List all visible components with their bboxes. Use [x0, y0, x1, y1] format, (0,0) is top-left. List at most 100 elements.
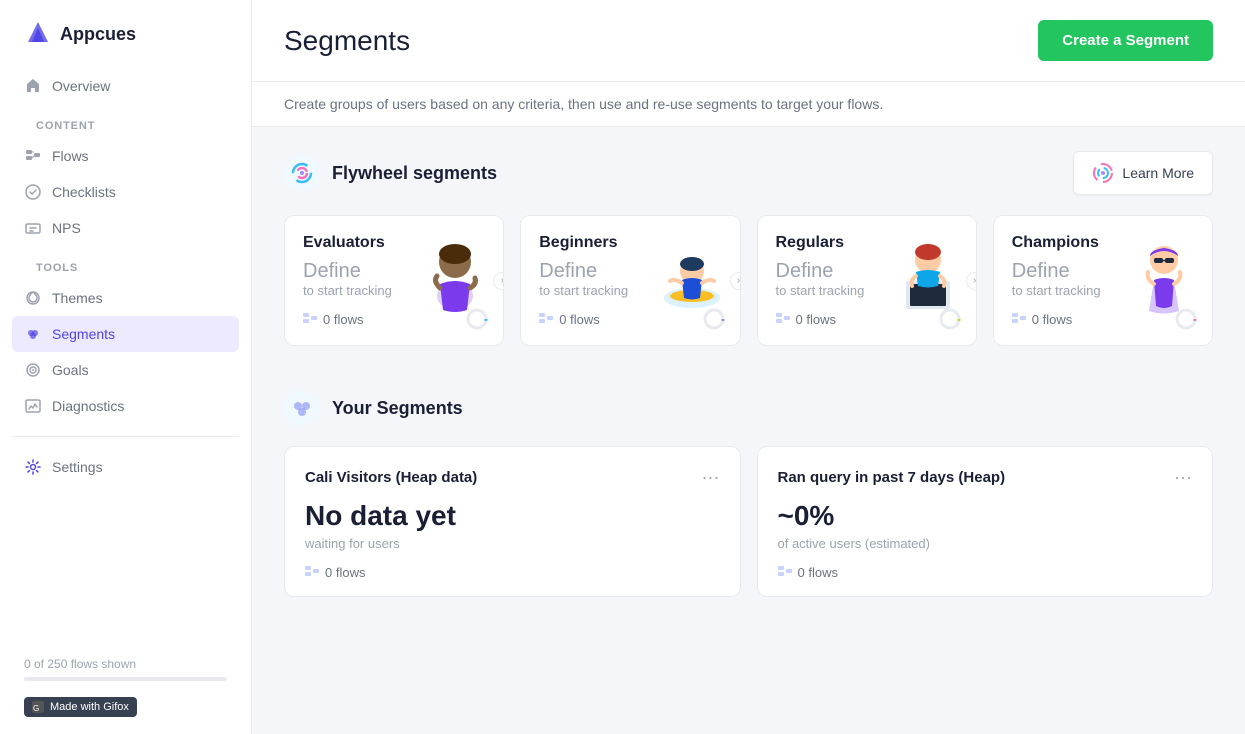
- cali-visitors-flows: 0 flows: [305, 565, 720, 580]
- ran-query-name: Ran query in past 7 days (Heap): [778, 469, 1006, 486]
- beginners-illustration: [652, 226, 732, 316]
- flows-progress-bar-container: [24, 677, 227, 681]
- svg-text:G: G: [33, 704, 39, 713]
- beginners-flows-icon: [539, 313, 553, 327]
- main-header: Segments Create a Segment: [252, 0, 1245, 82]
- learn-more-button[interactable]: Learn More: [1073, 151, 1213, 195]
- learn-more-icon: [1092, 162, 1114, 184]
- cali-visitors-stat: No data yet: [305, 500, 720, 532]
- your-segments-icon: [284, 390, 320, 426]
- segments-label: Segments: [52, 326, 115, 342]
- ran-query-flows-icon: [778, 566, 792, 580]
- info-bar-text: Create groups of users based on any crit…: [284, 96, 883, 112]
- page-title: Segments: [284, 25, 410, 57]
- beginners-flows-count: 0 flows: [559, 312, 599, 327]
- regulars-svg: [888, 226, 968, 316]
- regulars-flows-count: 0 flows: [796, 312, 836, 327]
- nps-icon: [24, 219, 42, 237]
- flywheel-icon: [284, 155, 320, 191]
- beginners-svg: [652, 226, 732, 316]
- cali-visitors-stat-label: waiting for users: [305, 536, 720, 551]
- sidebar-item-overview[interactable]: Overview: [12, 68, 239, 104]
- regulars-ring: [938, 307, 962, 331]
- regulars-illustration: [888, 226, 968, 316]
- sidebar-footer: 0 of 250 flows shown G Made with Gifox: [0, 641, 251, 734]
- themes-label: Themes: [52, 290, 103, 306]
- ran-query-stat: ~0%: [778, 500, 1193, 532]
- diagnostics-label: Diagnostics: [52, 398, 124, 414]
- evaluators-arrow: ›: [493, 272, 504, 290]
- ran-query-flows: 0 flows: [778, 565, 1193, 580]
- flywheel-section-title: Flywheel segments: [332, 163, 497, 184]
- flywheel-card-regulars[interactable]: Regulars Define to start tracking 0 flow…: [757, 215, 977, 346]
- flywheel-section-header: Flywheel segments Learn More: [284, 151, 1213, 195]
- settings-label: Settings: [52, 459, 103, 475]
- champions-illustration: [1124, 226, 1204, 316]
- flows-icon: [24, 147, 42, 165]
- appcues-logo-icon: [24, 20, 52, 48]
- main-body: Create groups of users based on any crit…: [252, 82, 1245, 621]
- info-bar: Create groups of users based on any crit…: [252, 82, 1245, 127]
- logo-text: Appcues: [60, 24, 136, 45]
- settings-icon: [24, 458, 42, 476]
- checklists-icon: [24, 183, 42, 201]
- sidebar-divider: [12, 436, 239, 437]
- cali-visitors-name: Cali Visitors (Heap data): [305, 469, 477, 486]
- logo-container: Appcues: [0, 0, 251, 68]
- cali-visitors-header: Cali Visitors (Heap data) ···: [305, 467, 720, 488]
- champions-flows-icon: [1012, 313, 1026, 327]
- your-segments-title: Your Segments: [332, 398, 463, 419]
- gifox-icon: G: [32, 701, 44, 713]
- tools-section-label: TOOLS: [12, 246, 239, 280]
- flywheel-cards: Evaluators Define to start tracking 0 fl…: [284, 215, 1213, 346]
- regulars-arrow: ›: [966, 272, 977, 290]
- flywheel-card-evaluators[interactable]: Evaluators Define to start tracking 0 fl…: [284, 215, 504, 346]
- checklists-label: Checklists: [52, 184, 116, 200]
- evaluators-flows-count: 0 flows: [323, 312, 363, 327]
- segment-card-cali-visitors[interactable]: Cali Visitors (Heap data) ··· No data ye…: [284, 446, 741, 597]
- sidebar-item-goals[interactable]: Goals: [12, 352, 239, 388]
- sidebar-item-checklists[interactable]: Checklists: [12, 174, 239, 210]
- sidebar-item-segments[interactable]: Segments: [12, 316, 239, 352]
- create-segment-button[interactable]: Create a Segment: [1038, 20, 1213, 61]
- champions-ring: [1174, 307, 1198, 331]
- goals-icon: [24, 361, 42, 379]
- nps-label: NPS: [52, 220, 81, 236]
- regulars-flows-icon: [776, 313, 790, 327]
- sidebar-item-settings[interactable]: Settings: [12, 449, 239, 485]
- sidebar-item-themes[interactable]: Themes: [12, 280, 239, 316]
- evaluators-svg: [415, 226, 495, 316]
- sidebar: Appcues Overview CONTENT Flows Checklist…: [0, 0, 252, 734]
- evaluators-flows-icon: [303, 313, 317, 327]
- sidebar-item-nps[interactable]: NPS: [12, 210, 239, 246]
- your-segments-cards: Cali Visitors (Heap data) ··· No data ye…: [284, 446, 1213, 597]
- learn-more-label: Learn More: [1122, 165, 1194, 181]
- sidebar-overview-label: Overview: [52, 78, 110, 94]
- sidebar-nav: Overview CONTENT Flows Checklists NPS TO…: [0, 68, 251, 485]
- flows-shown-text: 0 of 250 flows shown: [24, 657, 227, 671]
- segments-icon: [24, 325, 42, 343]
- diagnostics-icon: [24, 397, 42, 415]
- main-content: Segments Create a Segment Create groups …: [252, 0, 1245, 734]
- ran-query-stat-label: of active users (estimated): [778, 536, 1193, 551]
- sidebar-item-diagnostics[interactable]: Diagnostics: [12, 388, 239, 424]
- ran-query-menu[interactable]: ···: [1174, 467, 1192, 488]
- flywheel-card-champions[interactable]: Champions Define to start tracking 0 flo…: [993, 215, 1213, 346]
- ran-query-flows-count: 0 flows: [798, 565, 838, 580]
- themes-icon: [24, 289, 42, 307]
- made-with-badge: G Made with Gifox: [24, 697, 137, 717]
- ran-query-header: Ran query in past 7 days (Heap) ···: [778, 467, 1193, 488]
- cali-visitors-flows-count: 0 flows: [325, 565, 365, 580]
- content-section-label: CONTENT: [12, 104, 239, 138]
- sidebar-item-flows[interactable]: Flows: [12, 138, 239, 174]
- flywheel-svg-icon: [291, 162, 313, 184]
- flywheel-card-beginners[interactable]: Beginners Define to start tracking 0 flo…: [520, 215, 740, 346]
- cali-visitors-menu[interactable]: ···: [702, 467, 720, 488]
- home-icon: [24, 77, 42, 95]
- champions-flows-count: 0 flows: [1032, 312, 1072, 327]
- flywheel-title-wrap: Flywheel segments: [284, 155, 497, 191]
- made-with-text: Made with Gifox: [50, 701, 129, 713]
- beginners-arrow: ›: [730, 272, 741, 290]
- beginners-ring: [702, 307, 726, 331]
- segment-card-ran-query[interactable]: Ran query in past 7 days (Heap) ··· ~0% …: [757, 446, 1214, 597]
